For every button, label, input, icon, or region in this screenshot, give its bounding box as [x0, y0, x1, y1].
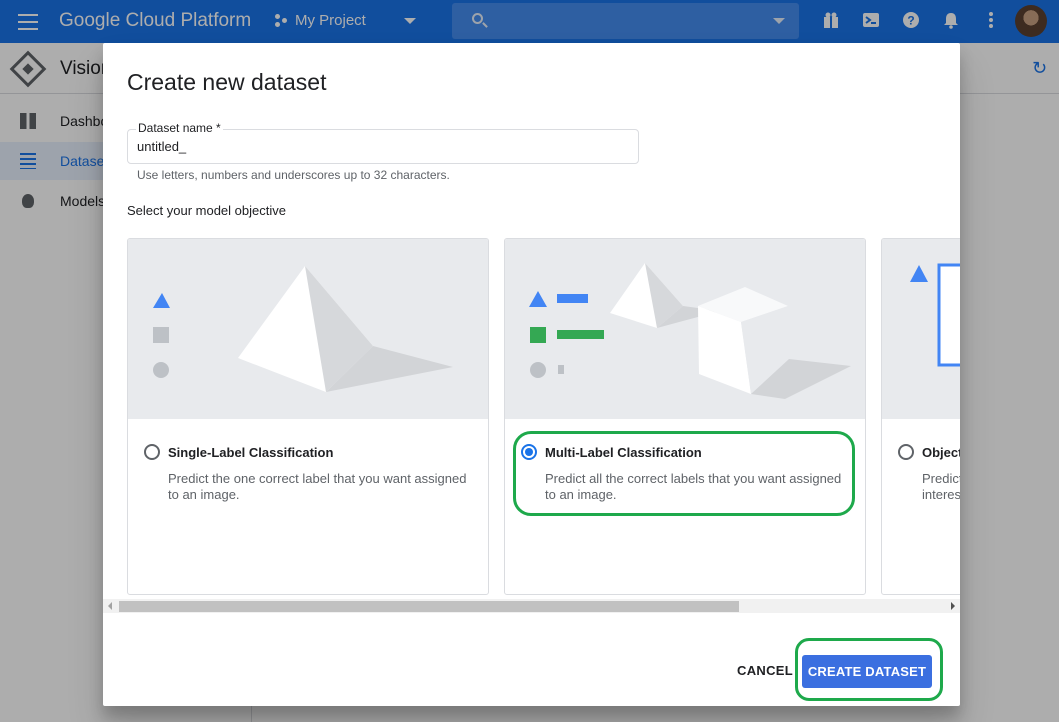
horizontal-scrollbar[interactable]	[103, 599, 960, 613]
dataset-name-label: Dataset name *	[136, 121, 223, 135]
dataset-name-hint: Use letters, numbers and underscores up …	[137, 168, 450, 182]
multi-label-illustration	[505, 239, 865, 419]
object-detection-illustration	[882, 239, 960, 419]
dialog-title: Create new dataset	[127, 69, 327, 95]
scroll-right-arrow-icon[interactable]	[951, 602, 955, 610]
scrollbar-thumb[interactable]	[119, 601, 739, 612]
dataset-name-input[interactable]	[137, 139, 617, 154]
single-label-radio[interactable]	[144, 444, 160, 460]
card-title: Object	[922, 445, 960, 460]
object-detection-radio[interactable]	[898, 444, 914, 460]
scroll-left-arrow-icon[interactable]	[108, 602, 112, 610]
create-button-highlight	[795, 638, 943, 701]
dataset-name-field[interactable]: Dataset name *	[127, 121, 639, 164]
objective-card-multi-label[interactable]: Multi-Label Classification Predict all t…	[504, 238, 866, 595]
card-title: Single-Label Classification	[168, 445, 334, 460]
cancel-button[interactable]: CANCEL	[733, 655, 797, 687]
card-description: Predict the one correct label that you w…	[168, 471, 467, 502]
objective-card-single-label[interactable]: Single-Label Classification Predict the …	[127, 238, 489, 595]
selection-highlight	[513, 431, 855, 516]
single-label-illustration	[128, 239, 488, 419]
objective-card-object-detection[interactable]: Object Predict interes	[881, 238, 960, 595]
objective-label: Select your model objective	[127, 203, 286, 218]
create-dataset-dialog: Create new dataset Dataset name * Use le…	[103, 43, 960, 706]
card-description: Predict interes	[922, 471, 960, 502]
